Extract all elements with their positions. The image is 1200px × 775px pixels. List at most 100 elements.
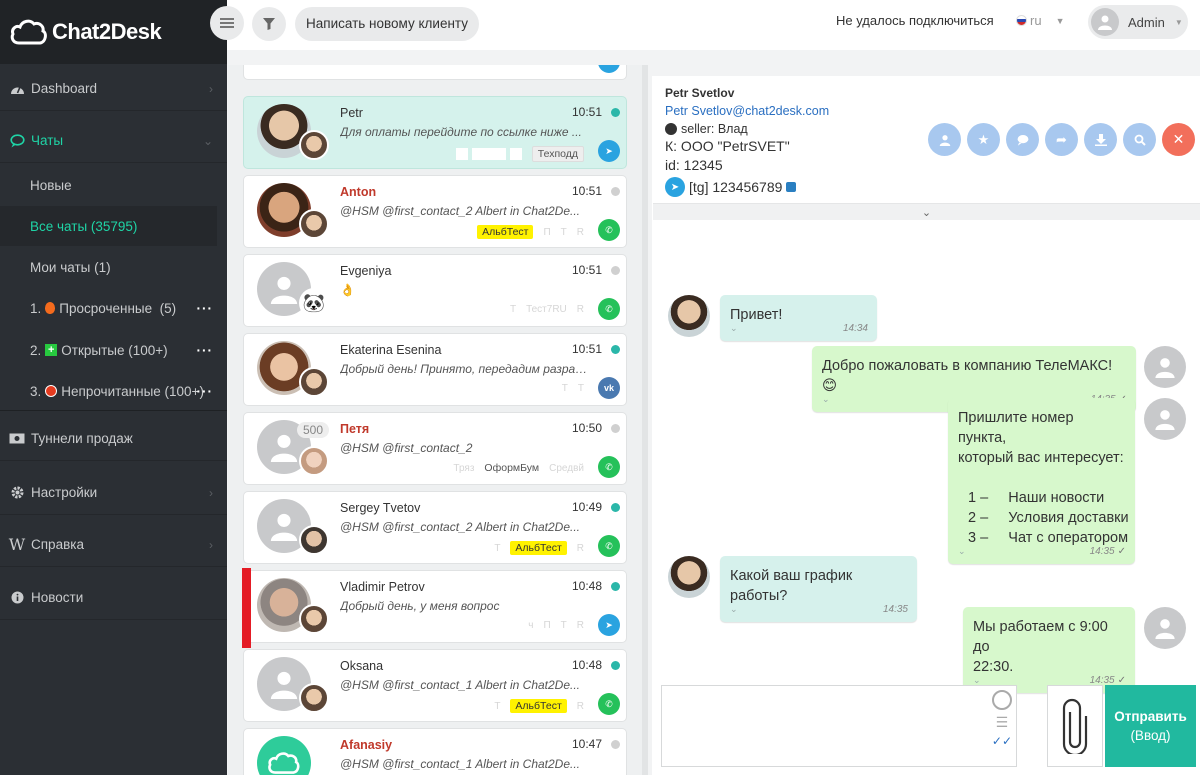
- user-icon: [1155, 358, 1175, 378]
- new-client-button[interactable]: Написать новому клиенту: [295, 7, 479, 41]
- tag-faded: Т: [509, 304, 517, 315]
- chat-time: 10:51: [571, 263, 602, 277]
- sidebar-item-help[interactable]: W Справка ›: [0, 523, 227, 567]
- chat-card[interactable]: Ekaterina Esenina 10:51 Добрый день! При…: [243, 333, 627, 406]
- search-button[interactable]: [1123, 123, 1156, 156]
- message-menu-icon[interactable]: ⌄: [730, 318, 738, 338]
- sidebar-subitem-my-chats[interactable]: Мои чаты (1): [0, 247, 227, 287]
- chat-preview: @HSM @first_contact_2 Albert in Chat2De.…: [340, 520, 581, 534]
- sidebar-subitem-overdue[interactable]: 1. Просроченные (5) ···: [0, 288, 227, 328]
- sidebar-item-dashboard[interactable]: Dashboard ›: [0, 67, 227, 111]
- tag[interactable]: АльбТест: [477, 225, 534, 239]
- chat-bubble-icon: [9, 133, 25, 148]
- chat-card[interactable]: ➤: [243, 65, 627, 80]
- operator-avatar: [299, 446, 329, 476]
- tag[interactable]: АльбТест: [510, 541, 567, 555]
- contact-name: Petr: [340, 106, 363, 120]
- message-text: Привет!: [730, 307, 783, 323]
- message-menu-icon[interactable]: ⌄: [822, 389, 830, 409]
- close-chat-button[interactable]: ✕: [1162, 123, 1195, 156]
- tag-faded: Т: [494, 700, 501, 712]
- chat-card[interactable]: 🐼 Evgeniya 10:51 👌 Т Тест7RU R ✆: [243, 254, 627, 327]
- chat-card-selected[interactable]: Petr 10:51 Для оплаты перейдите по ссылк…: [243, 96, 627, 169]
- tag[interactable]: АльбТест: [510, 699, 567, 713]
- client-email[interactable]: Petr Svetlov@chat2desk.com: [665, 104, 829, 118]
- filter-button[interactable]: [252, 7, 286, 41]
- tag-faded: Т: [494, 542, 501, 554]
- sidebar-item-news[interactable]: Новости: [0, 576, 227, 620]
- tag-faded: R: [576, 226, 584, 238]
- message-menu-icon[interactable]: ⌄: [958, 541, 966, 561]
- seller-icon: [665, 123, 677, 135]
- more-button[interactable]: ···: [197, 343, 214, 358]
- send-button[interactable]: Отправить (Ввод): [1105, 685, 1196, 767]
- download-button[interactable]: [1084, 123, 1117, 156]
- collapse-info-toggle[interactable]: ⌄: [653, 204, 1200, 220]
- user-icon: [270, 434, 298, 462]
- sidebar-subitem-new[interactable]: Новые: [0, 165, 227, 205]
- client-name: Petr Svetlov: [665, 86, 735, 100]
- download-icon: [1094, 133, 1107, 146]
- language-selector[interactable]: ru ▼: [1016, 13, 1064, 28]
- user-menu[interactable]: Admin ▼: [1088, 5, 1188, 39]
- caret-down-icon: ▼: [1174, 17, 1183, 27]
- chevron-down-icon: ⌄: [202, 133, 213, 148]
- sidebar-item-settings[interactable]: Настройки ›: [0, 471, 227, 515]
- subitem-label: Открытые (100+): [61, 342, 168, 358]
- chat-card[interactable]: Afanasiy 10:47 @HSM @first_contact_1 Alb…: [243, 728, 627, 775]
- templates-icon[interactable]: ☰: [996, 714, 1009, 730]
- client-id: id: 12345: [665, 157, 723, 173]
- chat-time: 10:48: [571, 658, 602, 672]
- read-receipt-icon[interactable]: ✓✓: [992, 734, 1012, 748]
- tag-faded: Средвй: [549, 462, 584, 474]
- contact-name: Vladimir Petrov: [340, 580, 425, 594]
- chat-card[interactable]: Anton 10:51 @HSM @first_contact_2 Albert…: [243, 175, 627, 248]
- sidebar-subitem-unread[interactable]: 3. Непрочитанные (100+) ···: [0, 371, 227, 411]
- plus-icon: +: [45, 344, 58, 356]
- profile-button[interactable]: [928, 123, 961, 156]
- message-outgoing: Мы работаем с 9:00 до 22:30. ⌄ 14:35 ✓: [963, 607, 1135, 693]
- chat-card[interactable]: 500 Петя 10:50 @HSM @first_contact_2 Тря…: [243, 412, 627, 485]
- tag[interactable]: Техподд: [531, 146, 584, 162]
- forward-button[interactable]: ➦: [1045, 123, 1078, 156]
- hamburger-icon: [220, 18, 234, 28]
- chat-card[interactable]: Oksana 10:48 @HSM @first_contact_1 Alber…: [243, 649, 627, 722]
- chevron-right-icon: ›: [209, 81, 213, 96]
- attach-button[interactable]: [1047, 685, 1103, 767]
- contact-name: Oksana: [340, 659, 384, 673]
- more-button[interactable]: ···: [197, 301, 214, 316]
- subitem-prefix: 1.: [30, 300, 42, 316]
- wiki-icon: W: [8, 535, 26, 554]
- user-avatar: [1091, 8, 1119, 36]
- sidebar-subitem-all-chats[interactable]: Все чаты (35795): [0, 206, 217, 246]
- chat-preview: Добрый день, у меня вопрос: [340, 599, 500, 613]
- user-icon: [1098, 15, 1112, 30]
- sidebar-item-chats[interactable]: Чаты ⌄: [0, 119, 227, 163]
- sidebar-item-label: Новости: [31, 590, 84, 605]
- message-text: Какой ваш график работы?: [730, 568, 853, 604]
- whatsapp-icon: ✆: [598, 298, 620, 320]
- dashboard-icon: [9, 82, 25, 95]
- chat-card[interactable]: Sergey Tvetov 10:49 @HSM @first_contact_…: [243, 491, 627, 564]
- chat-card[interactable]: Vladimir Petrov 10:48 Добрый день, у мен…: [242, 568, 627, 648]
- chevron-right-icon: ›: [209, 485, 213, 500]
- sidebar-item-sales-tunnels[interactable]: Туннели продаж: [0, 417, 227, 461]
- favorite-button[interactable]: ★: [967, 123, 1000, 156]
- chat-time: 10:50: [571, 421, 602, 435]
- status-dot: [611, 187, 620, 196]
- contact-name: Afanasiy: [340, 738, 393, 752]
- menu-toggle-button[interactable]: [210, 6, 244, 40]
- comments-button[interactable]: [1006, 123, 1039, 156]
- chat-list-scrollbar[interactable]: [642, 65, 648, 775]
- tag[interactable]: ОформБум: [484, 462, 539, 474]
- operator-avatar: [1144, 607, 1186, 649]
- status-dot: [611, 661, 620, 670]
- sidebar-subitem-open[interactable]: 2. + Открытые (100+) ···: [0, 330, 227, 370]
- emoji-icon[interactable]: [991, 690, 1012, 710]
- status-dot: [611, 424, 620, 433]
- more-button[interactable]: ···: [197, 384, 214, 399]
- message-menu-icon[interactable]: ⌄: [730, 599, 738, 619]
- whatsapp-icon: ✆: [598, 535, 620, 557]
- app-logo[interactable]: Chat2Desk: [0, 0, 227, 64]
- message-input[interactable]: ☰ ✓✓: [661, 685, 1017, 767]
